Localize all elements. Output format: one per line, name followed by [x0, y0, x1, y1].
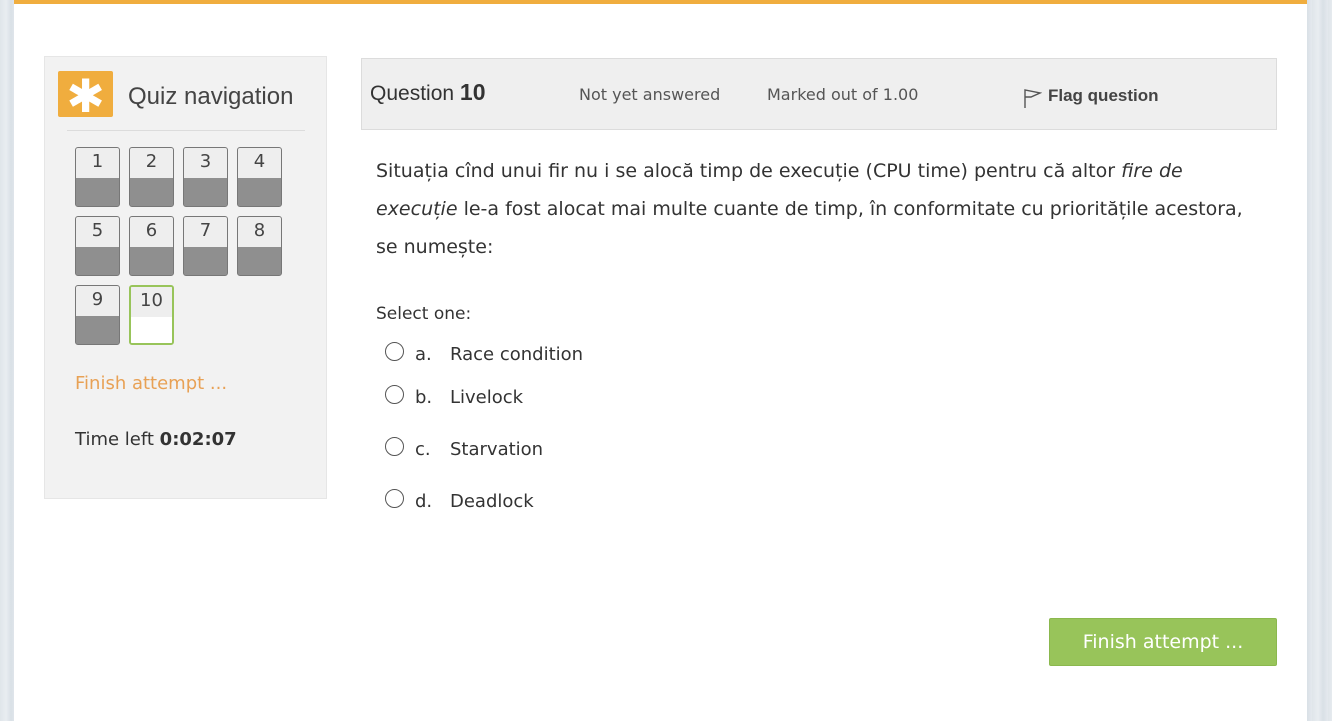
answer-letter: d.: [415, 491, 433, 512]
answered-indicator: [238, 247, 281, 275]
select-one-prompt: Select one:: [376, 304, 472, 324]
answer-text: Livelock: [450, 387, 524, 408]
question-nav-number: 4: [238, 148, 281, 178]
question-nav-button-6[interactable]: 6: [129, 216, 174, 276]
question-state: Not yet answered: [579, 85, 721, 104]
question-nav-number: 1: [76, 148, 119, 178]
question-nav-number: 2: [130, 148, 173, 178]
question-nav-button-4[interactable]: 4: [237, 147, 282, 207]
answered-indicator: [238, 178, 281, 206]
top-accent-bar: [14, 0, 1307, 4]
question-text-part1: Situația cînd unui fir nu i se alocă tim…: [376, 160, 1122, 182]
answer-text: Deadlock: [450, 491, 534, 512]
answered-indicator: [76, 316, 119, 344]
question-text: Situația cînd unui fir nu i se alocă tim…: [376, 152, 1266, 266]
question-nav-number: 10: [131, 287, 172, 317]
question-nav-number: 5: [76, 217, 119, 247]
question-number: Question 10: [370, 79, 486, 106]
time-left-label: Time left: [75, 429, 154, 450]
question-nav-button-1[interactable]: 1: [75, 147, 120, 207]
question-nav-number: 9: [76, 286, 119, 316]
answered-indicator: [184, 247, 227, 275]
radio-button[interactable]: [385, 489, 404, 508]
radio-button[interactable]: [385, 385, 404, 404]
asterisk-icon: ✱: [58, 71, 113, 121]
answer-option-a[interactable]: a. Race condition: [385, 342, 584, 365]
finish-attempt-button[interactable]: Finish attempt ...: [1049, 618, 1277, 666]
flag-question-label: Flag question: [1048, 85, 1159, 105]
finish-attempt-link[interactable]: Finish attempt ...: [75, 373, 227, 394]
answer-option-b[interactable]: b. Livelock: [385, 385, 524, 408]
radio-button[interactable]: [385, 342, 404, 361]
quiz-navigation-block: ✱ Quiz navigation 1 2 3 4 5 6 7 8 9 10 F…: [44, 56, 327, 499]
question-nav-button-3[interactable]: 3: [183, 147, 228, 207]
answered-indicator: [76, 178, 119, 206]
answer-letter: b.: [415, 387, 433, 408]
question-nav-button-2[interactable]: 2: [129, 147, 174, 207]
answer-letter: c.: [415, 439, 431, 460]
divider: [67, 130, 305, 131]
answer-option-d[interactable]: d. Deadlock: [385, 489, 534, 512]
question-nav-button-8[interactable]: 8: [237, 216, 282, 276]
quiz-navigation-title: Quiz navigation: [128, 83, 294, 110]
time-left-value: 0:02:07: [159, 429, 237, 450]
question-number-value: 10: [459, 79, 486, 105]
question-nav-number: 8: [238, 217, 281, 247]
answer-text: Starvation: [450, 439, 544, 460]
question-nav-number: 3: [184, 148, 227, 178]
answered-indicator: [184, 178, 227, 206]
question-grade: Marked out of 1.00: [767, 85, 919, 104]
flag-icon: [1022, 87, 1043, 114]
answer-letter: a.: [415, 344, 432, 365]
question-nav-button-5[interactable]: 5: [75, 216, 120, 276]
question-label: Question: [370, 82, 455, 105]
page: ✱ Quiz navigation 1 2 3 4 5 6 7 8 9 10 F…: [14, 0, 1307, 721]
answered-indicator: [130, 178, 173, 206]
question-nav-button-7[interactable]: 7: [183, 216, 228, 276]
answered-indicator: [130, 247, 173, 275]
flag-question-button[interactable]: Flag question: [1022, 83, 1159, 110]
answered-indicator: [76, 247, 119, 275]
answer-text: Race condition: [450, 344, 584, 365]
answer-option-c[interactable]: c. Starvation: [385, 437, 544, 460]
question-nav-button-9[interactable]: 9: [75, 285, 120, 345]
unanswered-indicator: [131, 317, 172, 343]
time-left: Time left 0:02:07: [75, 429, 237, 450]
radio-button[interactable]: [385, 437, 404, 456]
question-text-part2: le-a fost alocat mai multe cuante de tim…: [376, 198, 1243, 258]
question-nav-number: 6: [130, 217, 173, 247]
question-nav-number: 7: [184, 217, 227, 247]
question-info-header: Question 10 Not yet answered Marked out …: [361, 58, 1277, 130]
question-nav-button-10-current[interactable]: 10: [129, 285, 174, 345]
